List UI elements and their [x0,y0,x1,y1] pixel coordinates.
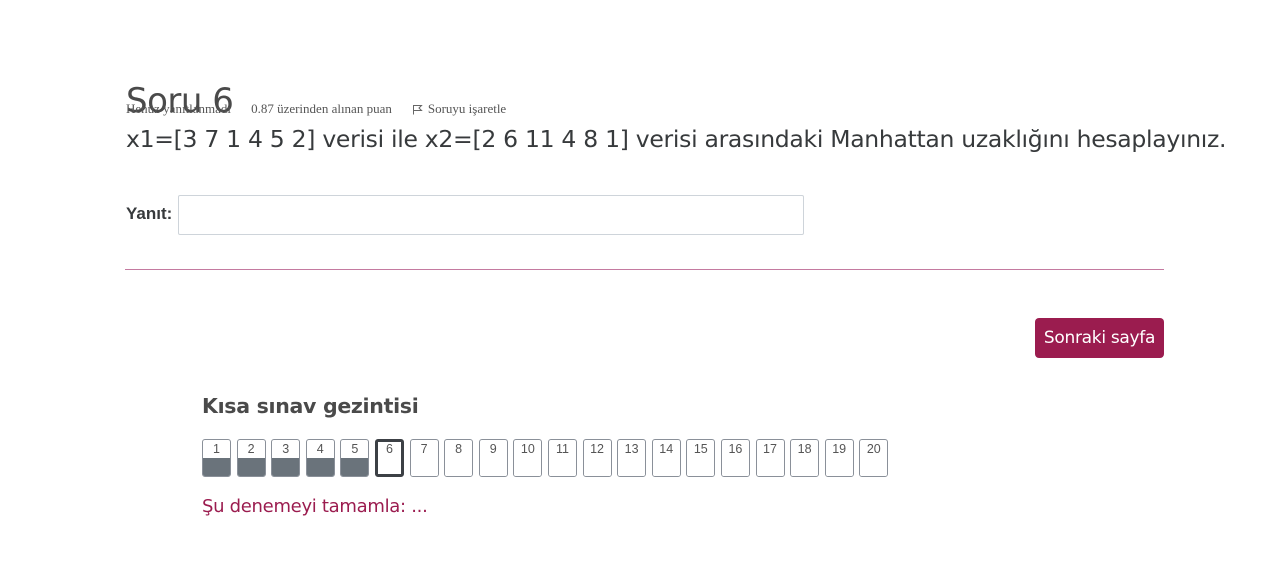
quiz-nav-button-12[interactable]: 12 [582,439,612,477]
quiz-nav-state-indicator [203,458,230,476]
quiz-navigation-buttons: 1 2 3 4 5 6 7 8 9 10 11 12 13 14 15 16 17 18 19 20 [202,439,889,477]
quiz-nav-state-indicator [306,458,334,476]
question-status: Henüz yanıtlanmadı [126,101,232,116]
quiz-nav-state-indicator [687,458,715,476]
quiz-nav-button-2[interactable]: 2 [236,439,266,477]
quiz-nav-state-indicator [721,458,749,476]
answer-input[interactable] [178,195,804,235]
quiz-nav-state-indicator [860,458,888,476]
question-info: Henüz yanıtlanmadı 0.87 üzerinden alınan… [126,101,506,117]
quiz-nav-button-3[interactable]: 3 [271,439,301,477]
flag-question-label: Soruyu işaretle [427,101,507,116]
quiz-nav-state-indicator [791,458,819,476]
quiz-nav-state-indicator [825,458,853,476]
quiz-navigation-title: Kısa sınav gezintisi [202,394,419,418]
quiz-nav-number: 14 [659,442,674,456]
quiz-nav-number: 1 [213,442,220,456]
quiz-nav-number: 3 [282,442,290,456]
quiz-nav-number: 7 [420,442,428,456]
quiz-nav-button-11[interactable]: 11 [547,439,577,477]
quiz-nav-state-indicator [514,458,542,476]
quiz-nav-button-14[interactable]: 14 [651,439,681,477]
quiz-nav-number: 16 [728,442,743,456]
quiz-nav-state-indicator [272,458,300,476]
quiz-nav-number: 9 [489,442,497,456]
quiz-nav-state-indicator [756,458,784,476]
quiz-nav-button-1[interactable]: 1 [202,439,231,477]
quiz-nav-number: 20 [866,442,881,456]
quiz-nav-state-indicator [237,458,265,476]
quiz-nav-number: 5 [351,442,359,456]
quiz-nav-number: 15 [693,442,708,456]
quiz-nav-number: 12 [590,442,604,456]
quiz-nav-number: 6 [385,442,393,456]
quiz-nav-number: 17 [763,442,777,456]
finish-attempt-link[interactable]: Şu denemeyi tamamla: ... [202,496,428,517]
quiz-nav-state-indicator [618,458,646,476]
quiz-nav-number: 13 [624,442,639,456]
quiz-nav-button-18[interactable]: 18 [790,439,820,477]
quiz-nav-button-13[interactable]: 13 [617,439,647,477]
divider [125,269,1164,270]
quiz-nav-button-15[interactable]: 15 [686,439,716,477]
quiz-nav-button-9[interactable]: 9 [478,439,508,477]
quiz-nav-button-4[interactable]: 4 [305,439,335,477]
quiz-nav-state-indicator [479,458,507,476]
answer-label: Yanıt: [126,204,173,223]
quiz-nav-number: 2 [247,442,255,456]
quiz-nav-button-8[interactable]: 8 [444,439,474,477]
quiz-nav-button-10[interactable]: 10 [513,439,543,477]
question-grade: 0.87 üzerinden alınan puan [251,101,392,116]
quiz-nav-state-indicator [377,456,401,474]
flag-question-toggle[interactable]: Soruyu işaretle [412,101,506,117]
quiz-nav-state-indicator [583,458,611,476]
quiz-nav-button-16[interactable]: 16 [720,439,750,477]
quiz-nav-number: 4 [316,442,324,456]
quiz-nav-state-indicator [548,458,576,476]
quiz-nav-button-20[interactable]: 20 [859,439,889,477]
quiz-nav-number: 11 [555,442,569,456]
quiz-nav-button-5[interactable]: 5 [340,439,370,477]
quiz-nav-button-6[interactable]: 6 [374,439,404,477]
quiz-nav-button-7[interactable]: 7 [409,439,439,477]
question-text: x1=[3 7 1 4 5 2] verisi ile x2=[2 6 11 4… [126,125,1227,153]
quiz-nav-state-indicator [410,458,438,476]
quiz-nav-number: 18 [797,442,812,456]
quiz-nav-state-indicator [445,458,473,476]
quiz-nav-number: 8 [455,442,463,456]
quiz-nav-state-indicator [652,458,680,476]
next-page-button[interactable]: Sonraki sayfa [1035,318,1164,358]
quiz-nav-button-17[interactable]: 17 [755,439,785,477]
quiz-nav-state-indicator [341,458,369,476]
quiz-nav-number: 19 [832,442,847,456]
flag-icon [412,104,423,114]
quiz-nav-button-19[interactable]: 19 [824,439,854,477]
quiz-nav-number: 10 [520,442,535,456]
